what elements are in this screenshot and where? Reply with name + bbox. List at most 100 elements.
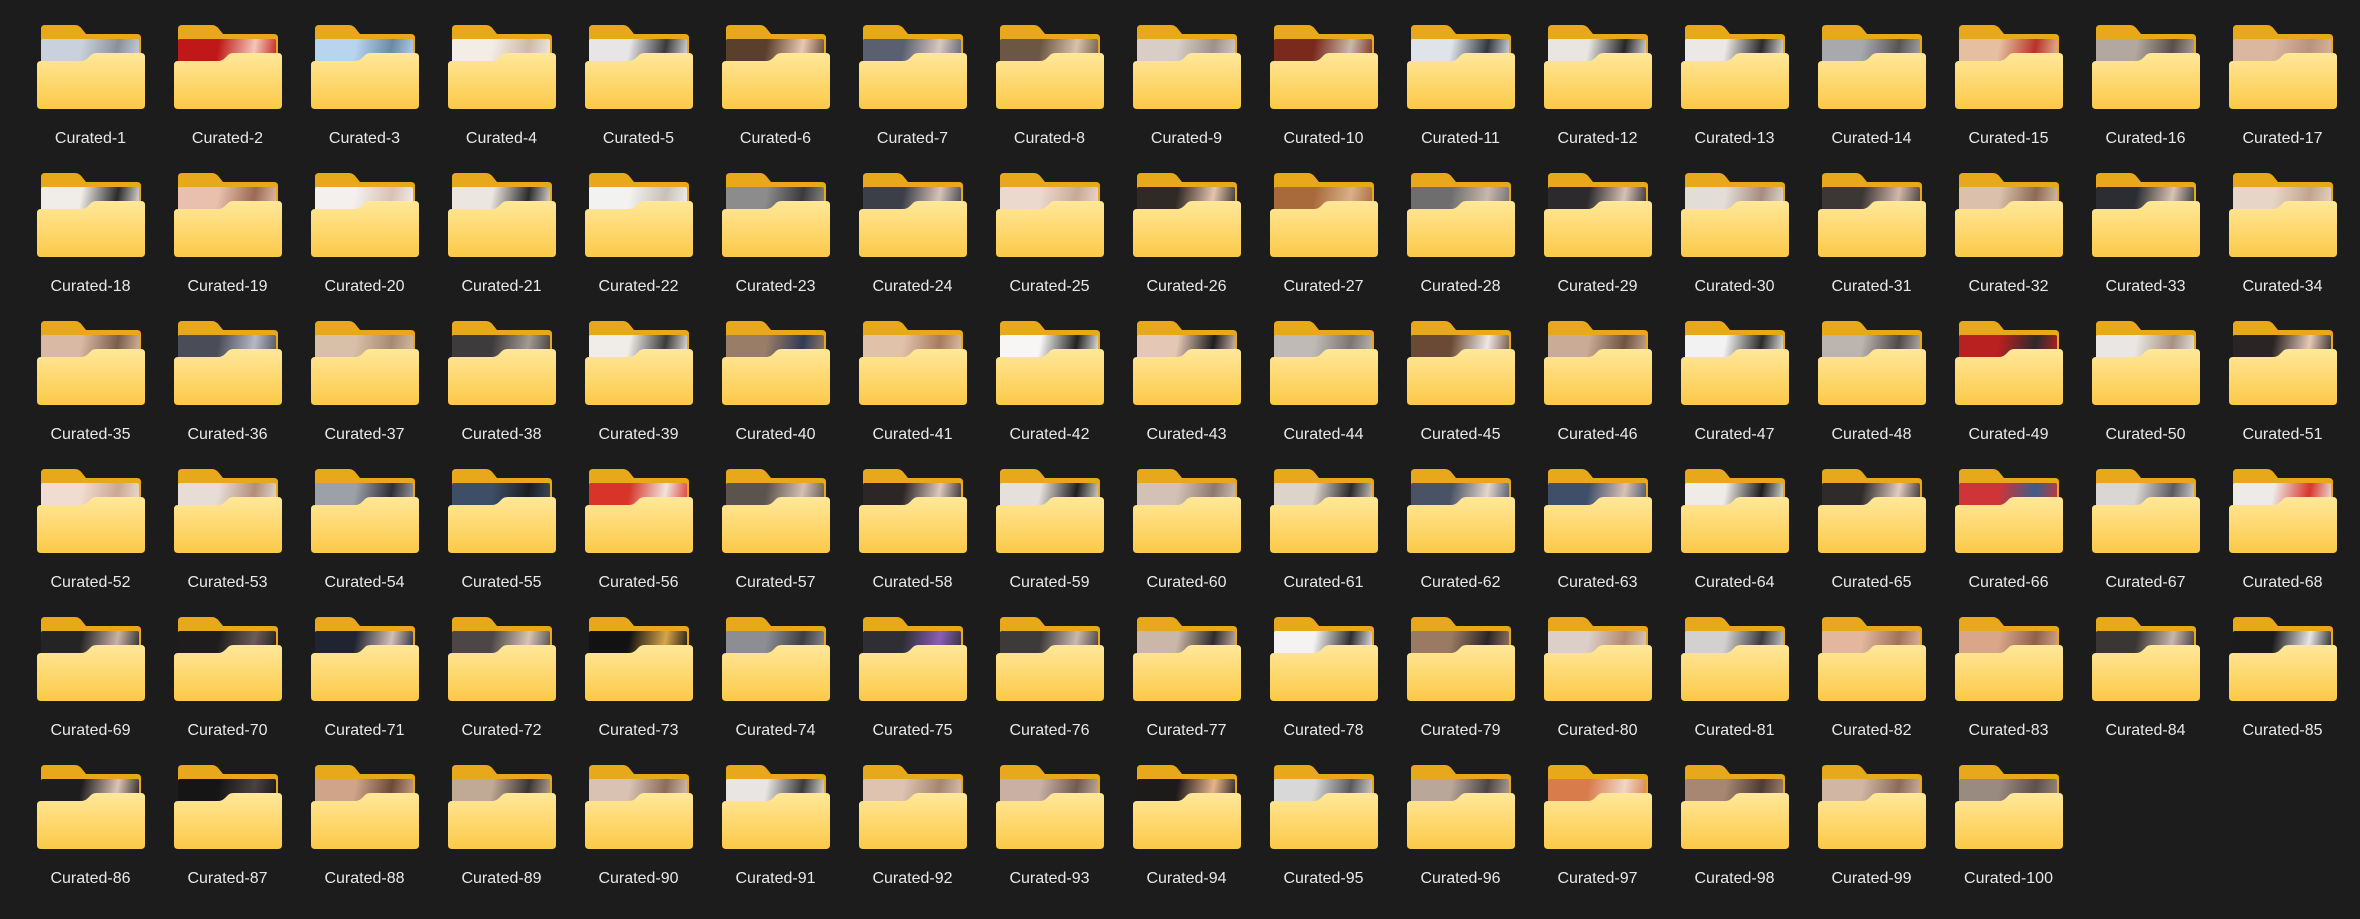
folder-item-curated-45[interactable]: Curated-45 (1392, 318, 1529, 466)
folder-item-curated-88[interactable]: Curated-88 (296, 762, 433, 910)
folder-item-curated-52[interactable]: Curated-52 (22, 466, 159, 614)
folder-item-curated-31[interactable]: Curated-31 (1803, 170, 1940, 318)
folder-item-curated-65[interactable]: Curated-65 (1803, 466, 1940, 614)
folder-item-curated-85[interactable]: Curated-85 (2214, 614, 2351, 762)
folder-item-curated-26[interactable]: Curated-26 (1118, 170, 1255, 318)
folder-item-curated-8[interactable]: Curated-8 (981, 22, 1118, 170)
folder-item-curated-12[interactable]: Curated-12 (1529, 22, 1666, 170)
folder-item-curated-25[interactable]: Curated-25 (981, 170, 1118, 318)
folder-item-curated-76[interactable]: Curated-76 (981, 614, 1118, 762)
folder-item-curated-95[interactable]: Curated-95 (1255, 762, 1392, 910)
folder-item-curated-42[interactable]: Curated-42 (981, 318, 1118, 466)
folder-item-curated-20[interactable]: Curated-20 (296, 170, 433, 318)
folder-item-curated-34[interactable]: Curated-34 (2214, 170, 2351, 318)
folder-item-curated-55[interactable]: Curated-55 (433, 466, 570, 614)
folder-item-curated-40[interactable]: Curated-40 (707, 318, 844, 466)
folder-item-curated-100[interactable]: Curated-100 (1940, 762, 2077, 910)
folder-item-curated-63[interactable]: Curated-63 (1529, 466, 1666, 614)
folder-item-curated-7[interactable]: Curated-7 (844, 22, 981, 170)
folder-item-curated-19[interactable]: Curated-19 (159, 170, 296, 318)
folder-item-curated-83[interactable]: Curated-83 (1940, 614, 2077, 762)
folder-item-curated-15[interactable]: Curated-15 (1940, 22, 2077, 170)
folder-item-curated-48[interactable]: Curated-48 (1803, 318, 1940, 466)
folder-item-curated-29[interactable]: Curated-29 (1529, 170, 1666, 318)
folder-item-curated-27[interactable]: Curated-27 (1255, 170, 1392, 318)
folder-item-curated-35[interactable]: Curated-35 (22, 318, 159, 466)
folder-item-curated-33[interactable]: Curated-33 (2077, 170, 2214, 318)
folder-item-curated-84[interactable]: Curated-84 (2077, 614, 2214, 762)
folder-item-curated-98[interactable]: Curated-98 (1666, 762, 1803, 910)
folder-item-curated-14[interactable]: Curated-14 (1803, 22, 1940, 170)
folder-item-curated-70[interactable]: Curated-70 (159, 614, 296, 762)
folder-item-curated-82[interactable]: Curated-82 (1803, 614, 1940, 762)
folder-item-curated-1[interactable]: Curated-1 (22, 22, 159, 170)
folder-item-curated-49[interactable]: Curated-49 (1940, 318, 2077, 466)
folder-item-curated-89[interactable]: Curated-89 (433, 762, 570, 910)
folder-item-curated-38[interactable]: Curated-38 (433, 318, 570, 466)
folder-item-curated-90[interactable]: Curated-90 (570, 762, 707, 910)
folder-item-curated-9[interactable]: Curated-9 (1118, 22, 1255, 170)
folder-item-curated-17[interactable]: Curated-17 (2214, 22, 2351, 170)
folder-item-curated-16[interactable]: Curated-16 (2077, 22, 2214, 170)
folder-item-curated-50[interactable]: Curated-50 (2077, 318, 2214, 466)
folder-item-curated-96[interactable]: Curated-96 (1392, 762, 1529, 910)
folder-item-curated-39[interactable]: Curated-39 (570, 318, 707, 466)
folder-item-curated-71[interactable]: Curated-71 (296, 614, 433, 762)
folder-item-curated-54[interactable]: Curated-54 (296, 466, 433, 614)
folder-item-curated-44[interactable]: Curated-44 (1255, 318, 1392, 466)
folder-item-curated-4[interactable]: Curated-4 (433, 22, 570, 170)
folder-item-curated-79[interactable]: Curated-79 (1392, 614, 1529, 762)
folder-item-curated-30[interactable]: Curated-30 (1666, 170, 1803, 318)
folder-item-curated-62[interactable]: Curated-62 (1392, 466, 1529, 614)
folder-item-curated-57[interactable]: Curated-57 (707, 466, 844, 614)
folder-item-curated-99[interactable]: Curated-99 (1803, 762, 1940, 910)
folder-item-curated-91[interactable]: Curated-91 (707, 762, 844, 910)
folder-item-curated-86[interactable]: Curated-86 (22, 762, 159, 910)
folder-item-curated-73[interactable]: Curated-73 (570, 614, 707, 762)
folder-item-curated-24[interactable]: Curated-24 (844, 170, 981, 318)
folder-item-curated-23[interactable]: Curated-23 (707, 170, 844, 318)
folder-item-curated-97[interactable]: Curated-97 (1529, 762, 1666, 910)
folder-item-curated-3[interactable]: Curated-3 (296, 22, 433, 170)
folder-item-curated-56[interactable]: Curated-56 (570, 466, 707, 614)
folder-item-curated-75[interactable]: Curated-75 (844, 614, 981, 762)
folder-item-curated-47[interactable]: Curated-47 (1666, 318, 1803, 466)
folder-item-curated-66[interactable]: Curated-66 (1940, 466, 2077, 614)
folder-item-curated-11[interactable]: Curated-11 (1392, 22, 1529, 170)
folder-item-curated-36[interactable]: Curated-36 (159, 318, 296, 466)
folder-item-curated-58[interactable]: Curated-58 (844, 466, 981, 614)
folder-item-curated-5[interactable]: Curated-5 (570, 22, 707, 170)
folder-item-curated-67[interactable]: Curated-67 (2077, 466, 2214, 614)
folder-item-curated-69[interactable]: Curated-69 (22, 614, 159, 762)
folder-item-curated-92[interactable]: Curated-92 (844, 762, 981, 910)
folder-item-curated-78[interactable]: Curated-78 (1255, 614, 1392, 762)
folder-item-curated-6[interactable]: Curated-6 (707, 22, 844, 170)
folder-item-curated-51[interactable]: Curated-51 (2214, 318, 2351, 466)
folder-item-curated-10[interactable]: Curated-10 (1255, 22, 1392, 170)
folder-item-curated-32[interactable]: Curated-32 (1940, 170, 2077, 318)
folder-item-curated-60[interactable]: Curated-60 (1118, 466, 1255, 614)
folder-item-curated-64[interactable]: Curated-64 (1666, 466, 1803, 614)
folder-item-curated-59[interactable]: Curated-59 (981, 466, 1118, 614)
folder-item-curated-74[interactable]: Curated-74 (707, 614, 844, 762)
folder-item-curated-87[interactable]: Curated-87 (159, 762, 296, 910)
folder-item-curated-61[interactable]: Curated-61 (1255, 466, 1392, 614)
folder-item-curated-22[interactable]: Curated-22 (570, 170, 707, 318)
folder-item-curated-43[interactable]: Curated-43 (1118, 318, 1255, 466)
folder-item-curated-68[interactable]: Curated-68 (2214, 466, 2351, 614)
folder-item-curated-21[interactable]: Curated-21 (433, 170, 570, 318)
folder-item-curated-77[interactable]: Curated-77 (1118, 614, 1255, 762)
folder-item-curated-53[interactable]: Curated-53 (159, 466, 296, 614)
folder-item-curated-94[interactable]: Curated-94 (1118, 762, 1255, 910)
folder-item-curated-2[interactable]: Curated-2 (159, 22, 296, 170)
folder-item-curated-72[interactable]: Curated-72 (433, 614, 570, 762)
folder-item-curated-18[interactable]: Curated-18 (22, 170, 159, 318)
folder-item-curated-81[interactable]: Curated-81 (1666, 614, 1803, 762)
folder-item-curated-13[interactable]: Curated-13 (1666, 22, 1803, 170)
folder-item-curated-37[interactable]: Curated-37 (296, 318, 433, 466)
folder-item-curated-28[interactable]: Curated-28 (1392, 170, 1529, 318)
folder-item-curated-41[interactable]: Curated-41 (844, 318, 981, 466)
folder-item-curated-46[interactable]: Curated-46 (1529, 318, 1666, 466)
folder-item-curated-93[interactable]: Curated-93 (981, 762, 1118, 910)
folder-item-curated-80[interactable]: Curated-80 (1529, 614, 1666, 762)
